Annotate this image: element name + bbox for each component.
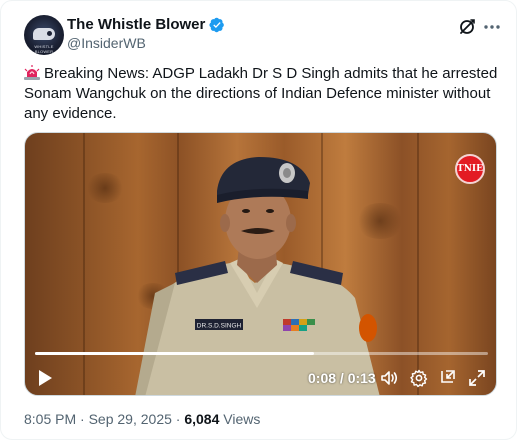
avatar[interactable]: WHISTLE BLOWER bbox=[24, 15, 64, 55]
exit-fullscreen-icon[interactable] bbox=[438, 368, 458, 388]
settings-gear-icon[interactable] bbox=[409, 368, 429, 388]
video-time: 0:08 / 0:13 bbox=[308, 370, 376, 386]
tweet-date[interactable]: Sep 29, 2025 bbox=[89, 411, 172, 427]
meta-separator: · bbox=[175, 411, 181, 427]
video-player[interactable]: DR.S.D.SINGH TNIE 0:08 / 0:13 bbox=[24, 132, 497, 396]
volume-icon[interactable] bbox=[379, 368, 399, 388]
views-label: Views bbox=[223, 411, 261, 427]
tweet-text-body: Breaking News: ADGP Ladakh Dr S D Singh … bbox=[24, 65, 498, 122]
views-count: 6,084 bbox=[184, 411, 220, 427]
video-progress-bar[interactable] bbox=[35, 352, 488, 355]
channel-badge: TNIE bbox=[455, 154, 485, 184]
more-icon[interactable] bbox=[482, 17, 502, 37]
fullscreen-icon[interactable] bbox=[467, 368, 487, 388]
tweet-card[interactable]: WHISTLE BLOWER The Whistle Blower @Insid… bbox=[0, 0, 517, 440]
author-name-row: The Whistle Blower bbox=[67, 16, 225, 33]
video-progress-fill bbox=[35, 352, 314, 355]
whistle-logo-icon bbox=[33, 28, 55, 40]
verified-icon bbox=[209, 17, 225, 32]
meta-separator: · bbox=[80, 411, 85, 427]
officer-figure: DR.S.D.SINGH bbox=[135, 157, 380, 395]
author-name[interactable]: The Whistle Blower bbox=[67, 16, 205, 33]
tweet-text: Breaking News: ADGP Ladakh Dr S D Singh … bbox=[24, 64, 499, 124]
avatar-caption: WHISTLE BLOWER bbox=[34, 44, 54, 54]
nameplate-text: DR.S.D.SINGH bbox=[197, 323, 242, 330]
siren-emoji-icon bbox=[24, 65, 40, 80]
tweet-time[interactable]: 8:05 PM bbox=[24, 411, 76, 427]
play-icon[interactable] bbox=[37, 369, 53, 387]
tweet-meta: 8:05 PM · Sep 29, 2025 · 6,084 Views bbox=[24, 411, 260, 427]
author-handle[interactable]: @InsiderWB bbox=[67, 35, 146, 51]
grok-icon[interactable] bbox=[457, 17, 477, 37]
